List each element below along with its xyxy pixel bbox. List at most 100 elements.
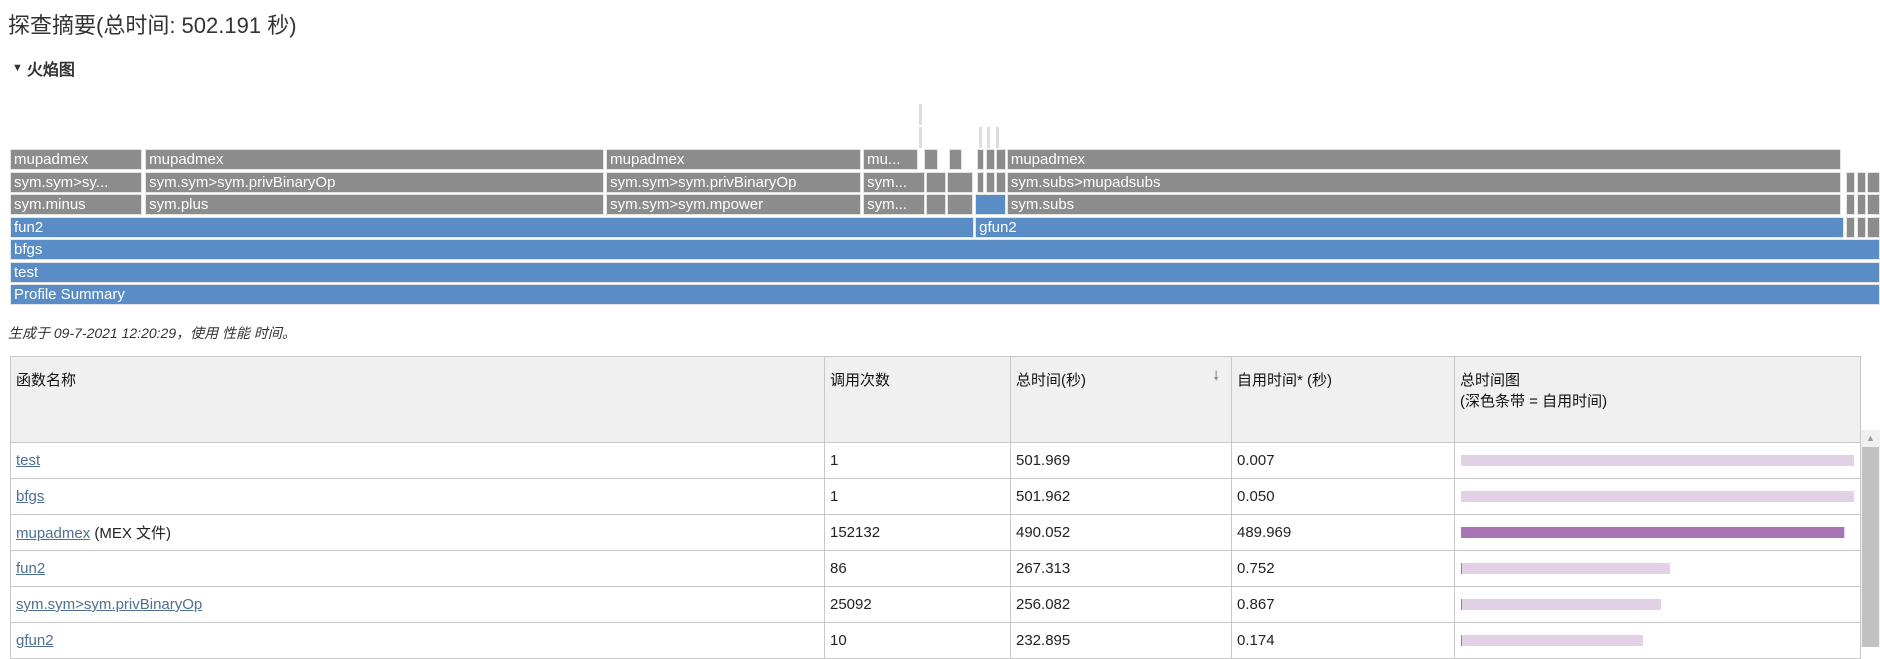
header-label: 调用次数: [830, 372, 890, 389]
function-link[interactable]: sym.sym>sym.privBinaryOp: [16, 596, 202, 613]
total-time-bar: [1461, 563, 1670, 574]
flame-frame[interactable]: sym.subs>mupadsubs: [1007, 172, 1841, 193]
flame-frame[interactable]: sym.sym>sym.privBinaryOp: [145, 172, 604, 193]
flame-graph: Profile Summarytestbfgsfun2gfun2 sym.minu…: [10, 0, 1880, 310]
scroll-up-arrow-icon[interactable]: ▲: [1861, 430, 1880, 447]
flame-frame[interactable]: [1867, 194, 1880, 215]
calls-cell: 152132: [825, 515, 1011, 551]
flame-frame[interactable]: mupadmex: [10, 149, 142, 170]
flame-frame[interactable]: [1846, 172, 1856, 193]
flame-frame[interactable]: mu...: [863, 149, 918, 170]
function-link[interactable]: bfgs: [16, 488, 44, 505]
flame-frame[interactable]: [996, 172, 1006, 193]
flame-frame[interactable]: [926, 194, 947, 215]
function-name-cell: mupadmex (MEX 文件): [11, 515, 825, 551]
self-time-bar: [1461, 563, 1462, 574]
time-plot-cell: [1455, 587, 1861, 623]
function-link[interactable]: test: [16, 452, 40, 469]
flame-frame[interactable]: sym...: [863, 172, 925, 193]
function-link[interactable]: mupadmex: [16, 525, 90, 542]
header-calls[interactable]: 调用次数: [825, 357, 1011, 443]
self-time-cell: 0.007: [1232, 443, 1455, 479]
time-plot-cell: [1455, 515, 1861, 551]
table-row: test1501.9690.007: [11, 443, 1861, 479]
flame-frame[interactable]: [977, 149, 984, 170]
flame-frame[interactable]: Profile Summary: [10, 284, 1880, 305]
header-self-time[interactable]: 自用时间* (秒): [1232, 357, 1455, 443]
calls-cell: 1: [825, 443, 1011, 479]
table-row: fun2 86267.3130.752: [11, 551, 1861, 587]
flame-frame[interactable]: [1867, 172, 1880, 193]
flame-frame[interactable]: [919, 127, 922, 148]
flame-frame[interactable]: [1857, 217, 1866, 238]
flame-frame[interactable]: gfun2: [975, 217, 1844, 238]
function-link[interactable]: gfun2: [16, 632, 54, 649]
flame-frame[interactable]: bfgs: [10, 239, 1880, 260]
function-name-cell: gfun2: [11, 623, 825, 659]
self-time-cell: 0.174: [1232, 623, 1455, 659]
total-time-cell: 267.313: [1011, 551, 1232, 587]
flame-frame[interactable]: [979, 127, 982, 148]
flame-frame[interactable]: sym.plus: [145, 194, 604, 215]
header-label: 自用时间* (秒): [1237, 372, 1332, 389]
time-plot-cell: [1455, 623, 1861, 659]
flame-frame[interactable]: [947, 172, 973, 193]
total-time-cell: 256.082: [1011, 587, 1232, 623]
flame-frame[interactable]: sym...: [863, 194, 925, 215]
function-link[interactable]: fun2: [16, 560, 45, 577]
flame-frame[interactable]: [986, 149, 995, 170]
flame-frame[interactable]: fun2: [10, 217, 974, 238]
flame-frame[interactable]: sym.minus: [10, 194, 142, 215]
function-name-cell: bfgs: [11, 479, 825, 515]
total-time-bar: [1461, 455, 1854, 466]
table-row: gfun210232.8950.174: [11, 623, 1861, 659]
calls-cell: 86: [825, 551, 1011, 587]
scrollbar-thumb[interactable]: [1862, 447, 1879, 647]
table-row: sym.sym>sym.privBinaryOp25092256.0820.86…: [11, 587, 1861, 623]
function-name-cell: test: [11, 443, 825, 479]
header-label: 函数名称: [16, 372, 76, 389]
flame-frame[interactable]: [1857, 194, 1866, 215]
total-time-bar: [1461, 599, 1661, 610]
flame-frame[interactable]: [1846, 217, 1856, 238]
flame-frame[interactable]: [996, 127, 999, 148]
flame-frame[interactable]: [947, 194, 973, 215]
function-name-cell: sym.sym>sym.privBinaryOp: [11, 587, 825, 623]
self-time-cell: 0.050: [1232, 479, 1455, 515]
header-function-name[interactable]: 函数名称: [11, 357, 825, 443]
flame-frame[interactable]: [919, 104, 922, 125]
flame-frame[interactable]: mupadmex: [606, 149, 861, 170]
flame-frame[interactable]: [996, 149, 1006, 170]
total-time-bar: [1461, 491, 1854, 502]
flame-frame[interactable]: [977, 172, 984, 193]
profile-table: 函数名称 调用次数 总时间(秒)🠗 自用时间* (秒) 总时间图(深色条带 = …: [10, 356, 1861, 659]
flame-frame[interactable]: [926, 172, 947, 193]
total-time-bar: [1461, 527, 1845, 538]
total-time-cell: 490.052: [1011, 515, 1232, 551]
flame-frame[interactable]: [949, 149, 962, 170]
flame-frame[interactable]: sym.sym>sy...: [10, 172, 142, 193]
flame-frame[interactable]: [924, 149, 938, 170]
time-plot-cell: [1455, 443, 1861, 479]
flame-frame[interactable]: [975, 194, 1006, 215]
flame-frame[interactable]: sym.sym>sym.privBinaryOp: [606, 172, 861, 193]
total-time-bar: [1461, 635, 1643, 646]
self-time-cell: 489.969: [1232, 515, 1455, 551]
flame-frame[interactable]: [1846, 194, 1856, 215]
vertical-scrollbar[interactable]: ▲: [1861, 430, 1880, 647]
flame-frame[interactable]: [987, 127, 990, 148]
self-time-cell: 0.752: [1232, 551, 1455, 587]
flame-frame[interactable]: mupadmex: [145, 149, 604, 170]
header-label: 总时间(秒): [1016, 372, 1086, 389]
flame-frame[interactable]: test: [10, 262, 1880, 283]
flame-frame[interactable]: [1857, 172, 1866, 193]
function-type: (MEX 文件): [90, 525, 171, 542]
flame-frame[interactable]: mupadmex: [1007, 149, 1841, 170]
flame-frame[interactable]: sym.sym>sym.mpower: [606, 194, 861, 215]
flame-frame[interactable]: [1867, 217, 1880, 238]
header-total-time-plot: 总时间图(深色条带 = 自用时间): [1455, 357, 1861, 443]
flame-frame[interactable]: [986, 172, 995, 193]
flame-frame[interactable]: sym.subs: [1007, 194, 1841, 215]
header-total-time[interactable]: 总时间(秒)🠗: [1011, 357, 1232, 443]
self-time-cell: 0.867: [1232, 587, 1455, 623]
